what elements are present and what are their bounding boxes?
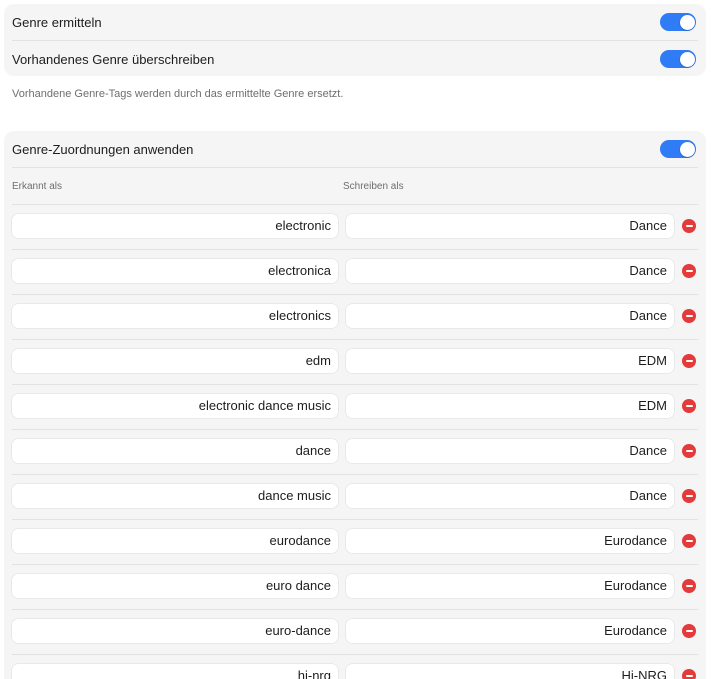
- detected-genre-field[interactable]: electronic: [12, 214, 338, 238]
- overwrite-genre-switch[interactable]: [660, 50, 696, 68]
- write-genre-field[interactable]: Dance: [346, 214, 674, 238]
- overwrite-genre-label: Vorhandenes Genre überschreiben: [12, 51, 215, 67]
- mapping-row: dance music Dance: [4, 474, 706, 519]
- column-header-write: Schreiben als: [343, 181, 404, 192]
- switch-knob: [679, 141, 695, 157]
- switch-knob: [679, 51, 695, 67]
- column-header-detected: Erkannt als: [12, 181, 63, 192]
- write-genre-field[interactable]: EDM: [346, 394, 674, 418]
- mapping-row: euro dance Eurodance: [4, 564, 706, 609]
- write-genre-field[interactable]: Eurodance: [346, 529, 674, 553]
- mapping-row: electronica Dance: [4, 249, 706, 294]
- overwrite-hint: Vorhandene Genre-Tags werden durch das e…: [12, 88, 344, 100]
- genre-settings-page: Genre ermitteln Vorhandenes Genre übersc…: [0, 0, 722, 679]
- detected-genre-field[interactable]: dance: [12, 439, 338, 463]
- detected-genre-field[interactable]: electronics: [12, 304, 338, 328]
- write-genre-field[interactable]: Dance: [346, 484, 674, 508]
- switch-knob: [679, 14, 695, 30]
- mapping-row: electronic Dance: [4, 204, 706, 249]
- detect-genre-label: Genre ermitteln: [12, 14, 102, 30]
- write-genre-field[interactable]: Eurodance: [346, 574, 674, 598]
- remove-mapping-icon[interactable]: [682, 444, 696, 458]
- detected-genre-field[interactable]: dance music: [12, 484, 338, 508]
- genre-detection-group: Genre ermitteln Vorhandenes Genre übersc…: [4, 4, 706, 76]
- divider: [12, 564, 698, 565]
- detect-genre-switch[interactable]: [660, 13, 696, 31]
- detected-genre-field[interactable]: electronica: [12, 259, 338, 283]
- remove-mapping-icon[interactable]: [682, 399, 696, 413]
- divider: [12, 474, 698, 475]
- remove-mapping-icon[interactable]: [682, 624, 696, 638]
- mapping-row: hi-nrg Hi-NRG: [4, 654, 706, 679]
- overwrite-genre-row: Vorhandenes Genre überschreiben: [4, 41, 706, 77]
- divider: [12, 519, 698, 520]
- divider: [12, 339, 698, 340]
- divider: [12, 654, 698, 655]
- remove-mapping-icon[interactable]: [682, 579, 696, 593]
- divider: [12, 167, 698, 168]
- apply-mappings-row: Genre-Zuordnungen anwenden: [4, 131, 706, 167]
- divider: [12, 294, 698, 295]
- remove-mapping-icon[interactable]: [682, 309, 696, 323]
- divider: [12, 384, 698, 385]
- apply-mappings-label: Genre-Zuordnungen anwenden: [12, 141, 194, 157]
- mapping-row: electronic dance music EDM: [4, 384, 706, 429]
- detected-genre-field[interactable]: electronic dance music: [12, 394, 338, 418]
- remove-mapping-icon[interactable]: [682, 354, 696, 368]
- mapping-row: euro-dance Eurodance: [4, 609, 706, 654]
- write-genre-field[interactable]: Dance: [346, 304, 674, 328]
- remove-mapping-icon[interactable]: [682, 534, 696, 548]
- detected-genre-field[interactable]: hi-nrg: [12, 664, 338, 679]
- write-genre-field[interactable]: Dance: [346, 259, 674, 283]
- write-genre-field[interactable]: Hi-NRG: [346, 664, 674, 679]
- write-genre-field[interactable]: Eurodance: [346, 619, 674, 643]
- mapping-row: electronics Dance: [4, 294, 706, 339]
- mapping-row: dance Dance: [4, 429, 706, 474]
- remove-mapping-icon[interactable]: [682, 489, 696, 503]
- remove-mapping-icon[interactable]: [682, 264, 696, 278]
- detect-genre-row: Genre ermitteln: [4, 4, 706, 40]
- remove-mapping-icon[interactable]: [682, 219, 696, 233]
- detected-genre-field[interactable]: edm: [12, 349, 338, 373]
- mapping-row: edm EDM: [4, 339, 706, 384]
- remove-mapping-icon[interactable]: [682, 669, 696, 679]
- write-genre-field[interactable]: Dance: [346, 439, 674, 463]
- divider: [12, 609, 698, 610]
- divider: [12, 429, 698, 430]
- genre-mappings-group: Genre-Zuordnungen anwenden Erkannt als S…: [4, 131, 706, 679]
- divider: [12, 249, 698, 250]
- detected-genre-field[interactable]: eurodance: [12, 529, 338, 553]
- apply-mappings-switch[interactable]: [660, 140, 696, 158]
- detected-genre-field[interactable]: euro-dance: [12, 619, 338, 643]
- mapping-row: eurodance Eurodance: [4, 519, 706, 564]
- detected-genre-field[interactable]: euro dance: [12, 574, 338, 598]
- divider: [12, 204, 698, 205]
- write-genre-field[interactable]: EDM: [346, 349, 674, 373]
